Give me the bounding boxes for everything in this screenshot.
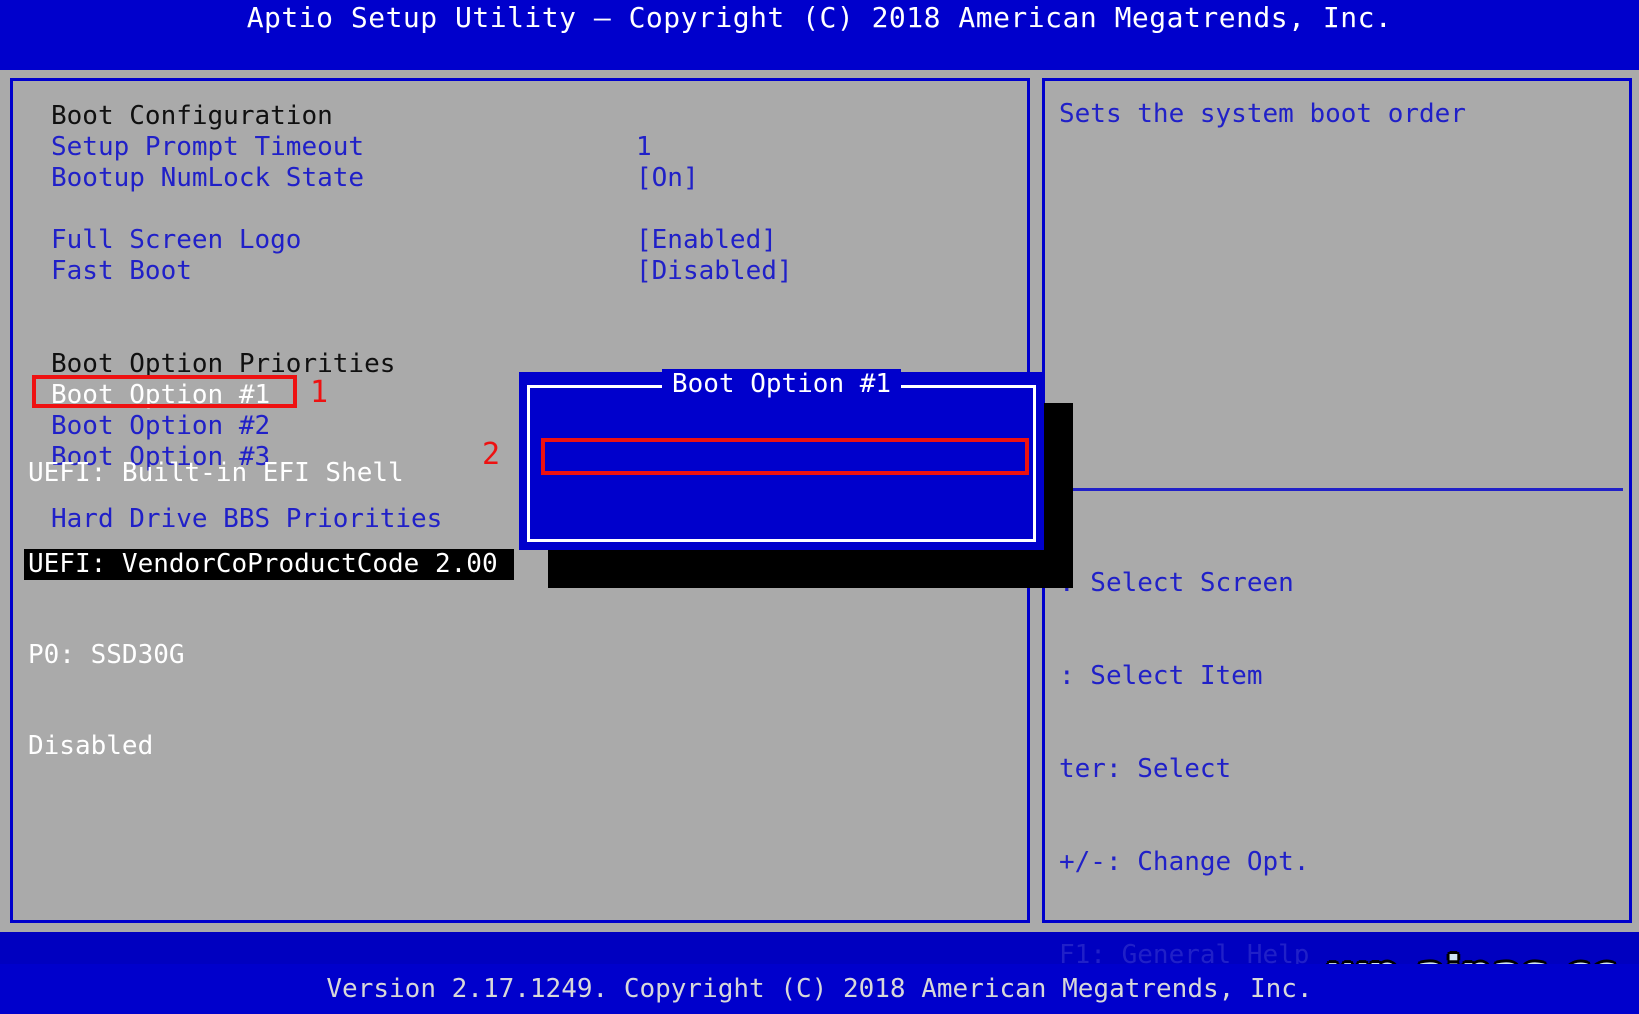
setting-row-setup-prompt-timeout[interactable]: Setup Prompt Timeout 1	[51, 132, 1011, 163]
row-spacer	[51, 287, 1011, 349]
key-legend-item: : Select Screen	[1059, 568, 1294, 598]
key-legend: : Select Screen : Select Item ter: Selec…	[1059, 506, 1403, 1014]
boot-option-popup: Boot Option #1	[519, 369, 1044, 550]
setting-label: Setup Prompt Timeout	[51, 132, 365, 162]
key-legend-item: : Select Item	[1059, 661, 1263, 691]
window-title: Aptio Setup Utility – Copyright (C) 2018…	[0, 0, 1639, 36]
setting-label: Fast Boot	[51, 256, 192, 286]
popup-option-uefi-efi-shell[interactable]: UEFI: Built-in EFI Shell	[24, 458, 514, 489]
setting-row-fast-boot[interactable]: Fast Boot [Disabled]	[51, 256, 1011, 287]
popup-title: Boot Option #1	[530, 369, 1033, 399]
help-panel: Sets the system boot order : Select Scre…	[1042, 78, 1632, 970]
setting-row-bootup-numlock-state[interactable]: Bootup NumLock State [On]	[51, 163, 1011, 194]
key-legend-item: +/-: Change Opt.	[1059, 847, 1310, 877]
help-description: Sets the system boot order	[1059, 99, 1466, 129]
setting-value[interactable]: 1	[636, 132, 652, 163]
popup-option-uefi-vendorco[interactable]: UEFI: VendorCoProductCode 2.00	[24, 549, 514, 580]
popup-option-p0-ssd30g[interactable]: P0: SSD30G	[24, 640, 514, 671]
popup-option-disabled[interactable]: Disabled	[24, 731, 514, 762]
setting-value[interactable]: [Disabled]	[636, 256, 793, 287]
setting-label: Bootup NumLock State	[51, 163, 365, 193]
popup-border: Boot Option #1	[527, 369, 1036, 542]
bios-setup-screen: Aptio Setup Utility – Copyright (C) 2018…	[0, 0, 1639, 1014]
popup-option-list: UEFI: Built-in EFI Shell UEFI: VendorCoP…	[24, 398, 514, 822]
annotation-number-2: 2	[482, 437, 501, 472]
setting-value[interactable]: [On]	[636, 163, 699, 194]
key-legend-item: ter: Select	[1059, 754, 1232, 784]
setting-row-full-screen-logo[interactable]: Full Screen Logo [Enabled]	[51, 225, 1011, 256]
menu-bar: Main Advanced Chipset Security Boot Save…	[0, 36, 1639, 102]
annotation-number-1: 1	[310, 375, 329, 410]
help-divider	[1051, 488, 1623, 491]
setting-label: Full Screen Logo	[51, 225, 302, 255]
row-spacer	[51, 194, 1011, 225]
section-title-boot-configuration: Boot Configuration	[51, 101, 333, 131]
version-bar: Version 2.17.1249. Copyright (C) 2018 Am…	[0, 964, 1639, 1014]
setting-value[interactable]: [Enabled]	[636, 225, 777, 256]
